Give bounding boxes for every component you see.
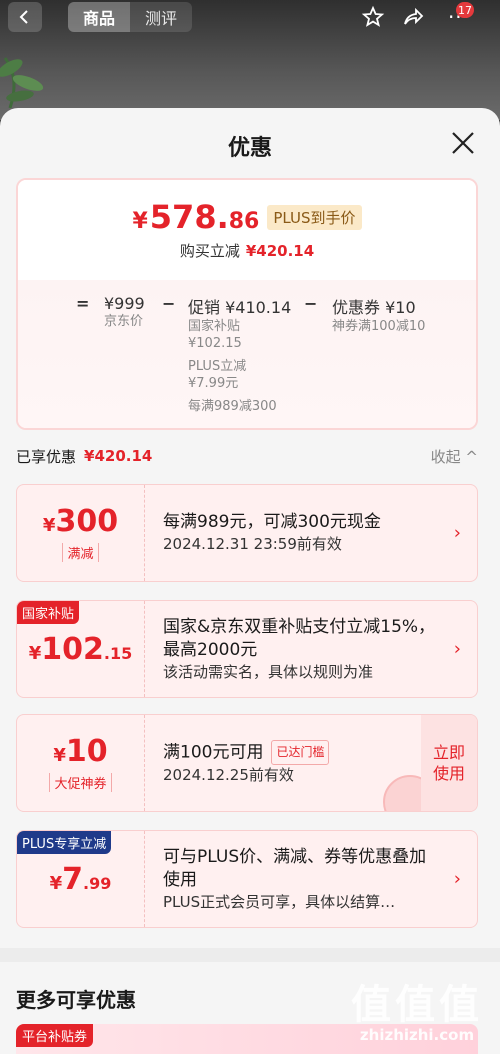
coupon-desc: 满100元可用 已达门槛 2024.12.25前有效 (163, 715, 407, 811)
price-decimal: 86 (228, 209, 260, 234)
enjoyed-amount: ¥420.14 (84, 447, 153, 465)
share-button[interactable] (398, 2, 428, 32)
price-symbol: ¥ (132, 209, 148, 234)
promo-line: PLUS立减 (188, 359, 247, 374)
threshold-reached-badge: 已达门槛 (271, 740, 330, 765)
back-button[interactable] (8, 2, 42, 32)
coupon-desc: 国家&京东双重补贴支付立减15%，最高2000元 该活动需实名，具体以规则为准 (163, 601, 441, 697)
coupon-value-area: ¥ 10 大促神券 (17, 715, 145, 811)
coupon-main-text: 可与PLUS价、满减、券等优惠叠加使用 (163, 846, 427, 890)
coupon-symbol: ¥ (28, 642, 42, 664)
coupon-int: 300 (55, 504, 119, 539)
notification-badge: 17 (456, 2, 474, 18)
enjoyed-discount-row: 已享优惠 ¥420.14 收起 ^ (16, 444, 478, 468)
use-now-button[interactable]: 立即 使用 (421, 715, 477, 811)
plus-price-tag: PLUS到手价 (267, 205, 362, 230)
watermark: 值值值 zhizhizhi.com (342, 972, 492, 1044)
final-price: ¥ 578. 86 PLUS到手价 (18, 200, 476, 234)
chevron-right-icon: › (453, 522, 461, 544)
watermark-text: zhizhizhi.com (359, 1026, 475, 1044)
coupon-desc: 可与PLUS价、满减、券等优惠叠加使用 PLUS正式会员可享，具体以结算… (163, 831, 441, 927)
price-summary-card: ¥ 578. 86 PLUS到手价 购买立减 ¥420.14 = ¥999 京东价… (16, 178, 478, 430)
minus-sign-1: − (162, 294, 176, 313)
coupon-type: 大促神券 (49, 773, 112, 792)
coupon-type: 满减 (62, 543, 99, 562)
coupon-condition: 满100元可用 (163, 742, 264, 763)
tab-review[interactable]: 测评 (130, 2, 192, 32)
coupon-value-area: ¥ 300 满减 (17, 485, 145, 581)
use-now-line2: 使用 (432, 764, 465, 783)
sheet-title: 优惠 (227, 136, 272, 161)
promo-line: ¥7.99元 (188, 376, 239, 391)
enjoyed-label: 已享优惠 (16, 447, 77, 466)
more-discounts-title: 更多可享优惠 (16, 988, 136, 1012)
chevron-right-icon: › (453, 638, 461, 660)
coupon-value: ¥ 300 (43, 504, 118, 539)
coupon-symbol: ¥ (42, 515, 56, 536)
coupon-dec: .15 (103, 643, 133, 663)
plant-decoration (0, 57, 44, 108)
section-divider (0, 948, 500, 962)
collapse-button[interactable]: 收起 ^ (431, 446, 478, 467)
platform-subsidy-tag: 平台补贴券 (16, 1024, 94, 1047)
plus-exclusive-tag: PLUS专享立减 (17, 831, 112, 854)
product-tabs: 商品 测评 (68, 2, 192, 32)
buy-reduce-amount: ¥420.14 (245, 242, 315, 260)
promo-block: 促销 ¥410.14 国家补贴 ¥102.15 PLUS立减 ¥7.99元 每满… (188, 294, 291, 415)
coupon-card-promo[interactable]: ¥ 10 大促神券 满100元可用 已达门槛 2024.12.25前有效 立即 使… (16, 714, 478, 812)
coupon-main-text: 国家&京东双重补贴支付立减15%，最高2000元 (163, 616, 436, 660)
use-now-line1: 立即 (432, 743, 465, 762)
coupon-card-plus[interactable]: ¥ 7 .99 PLUS专享立减 可与PLUS价、满减、券等优惠叠加使用 PLU… (16, 830, 478, 928)
coupon-block: 优惠券 ¥10 神券满100减10 (332, 294, 425, 335)
equals-sign: = (76, 294, 90, 313)
national-subsidy-tag: 国家补贴 (17, 601, 80, 624)
discount-sheet: 优惠 ¥ 578. 86 PLUS到手价 购买立减 ¥420.14 = ¥999 … (0, 108, 500, 1054)
jd-price-label: 京东价 (104, 314, 144, 329)
coupon-sub-text: PLUS正式会员可享，具体以结算… (163, 892, 396, 911)
coupon-card-full-reduction[interactable]: ¥ 300 满减 每满989元，可减300元现金 2024.12.31 23:5… (16, 484, 478, 582)
back-arrow-icon (19, 10, 28, 24)
favorite-button[interactable] (358, 2, 388, 32)
watermark-logo: 值值值 (351, 982, 483, 1028)
coupon-sub-text: 2024.12.31 23:59前有效 (163, 535, 342, 553)
jd-price-block: ¥999 京东价 (104, 294, 145, 330)
promo-line: 国家补贴 (188, 319, 241, 334)
coupon-int: 102 (41, 631, 104, 667)
summary-top: ¥ 578. 86 PLUS到手价 购买立减 ¥420.14 (18, 180, 476, 280)
chevron-right-icon: › (453, 868, 461, 890)
coupon-value: ¥ 102 .15 (29, 632, 133, 667)
product-top-bar: 商品 测评 ··· 17 (0, 0, 500, 34)
buy-reduce-line: 购买立减 ¥420.14 (18, 240, 476, 261)
coupon-symbol: ¥ (53, 745, 66, 766)
price-integer: 578. (149, 198, 229, 236)
price-breakdown: = ¥999 京东价 − 促销 ¥410.14 国家补贴 ¥102.15 PLU… (18, 280, 476, 428)
coupon-sub: 神券满100减10 (332, 319, 426, 334)
promo-amount: 促销 ¥410.14 (188, 298, 292, 317)
close-icon[interactable] (450, 130, 476, 156)
minus-sign-2: − (304, 294, 318, 313)
jd-price: ¥999 (104, 294, 145, 313)
coupon-desc: 每满989元，可减300元现金 2024.12.31 23:59前有效 (163, 485, 441, 581)
coupon-main-text: 满100元可用 已达门槛 (163, 740, 407, 765)
coupon-amount: 优惠券 ¥10 (332, 298, 416, 317)
coupon-card-national-subsidy[interactable]: ¥ 102 .15 国家补贴 国家&京东双重补贴支付立减15%，最高2000元 … (16, 600, 478, 698)
coupon-sub-text: 2024.12.25前有效 (163, 766, 294, 784)
share-icon (404, 7, 424, 25)
coupon-value: ¥ 7 .99 (50, 862, 112, 897)
coupon-value: ¥ 10 (53, 734, 107, 769)
buy-reduce-label: 购买立减 (179, 242, 240, 260)
promo-line: 每满989减300 (188, 399, 277, 414)
coupon-symbol: ¥ (49, 872, 63, 894)
coupon-dec: .99 (83, 873, 112, 893)
more-button[interactable]: ··· 17 (444, 2, 474, 32)
coupon-int: 10 (65, 734, 108, 769)
tab-product[interactable]: 商品 (68, 2, 130, 32)
coupon-sub-text: 该活动需实名，具体以规则为准 (163, 662, 374, 681)
coupon-int: 7 (62, 861, 84, 897)
star-icon (361, 5, 385, 27)
promo-line: ¥102.15 (188, 336, 242, 351)
coupon-main-text: 每满989元，可减300元现金 (163, 512, 381, 532)
